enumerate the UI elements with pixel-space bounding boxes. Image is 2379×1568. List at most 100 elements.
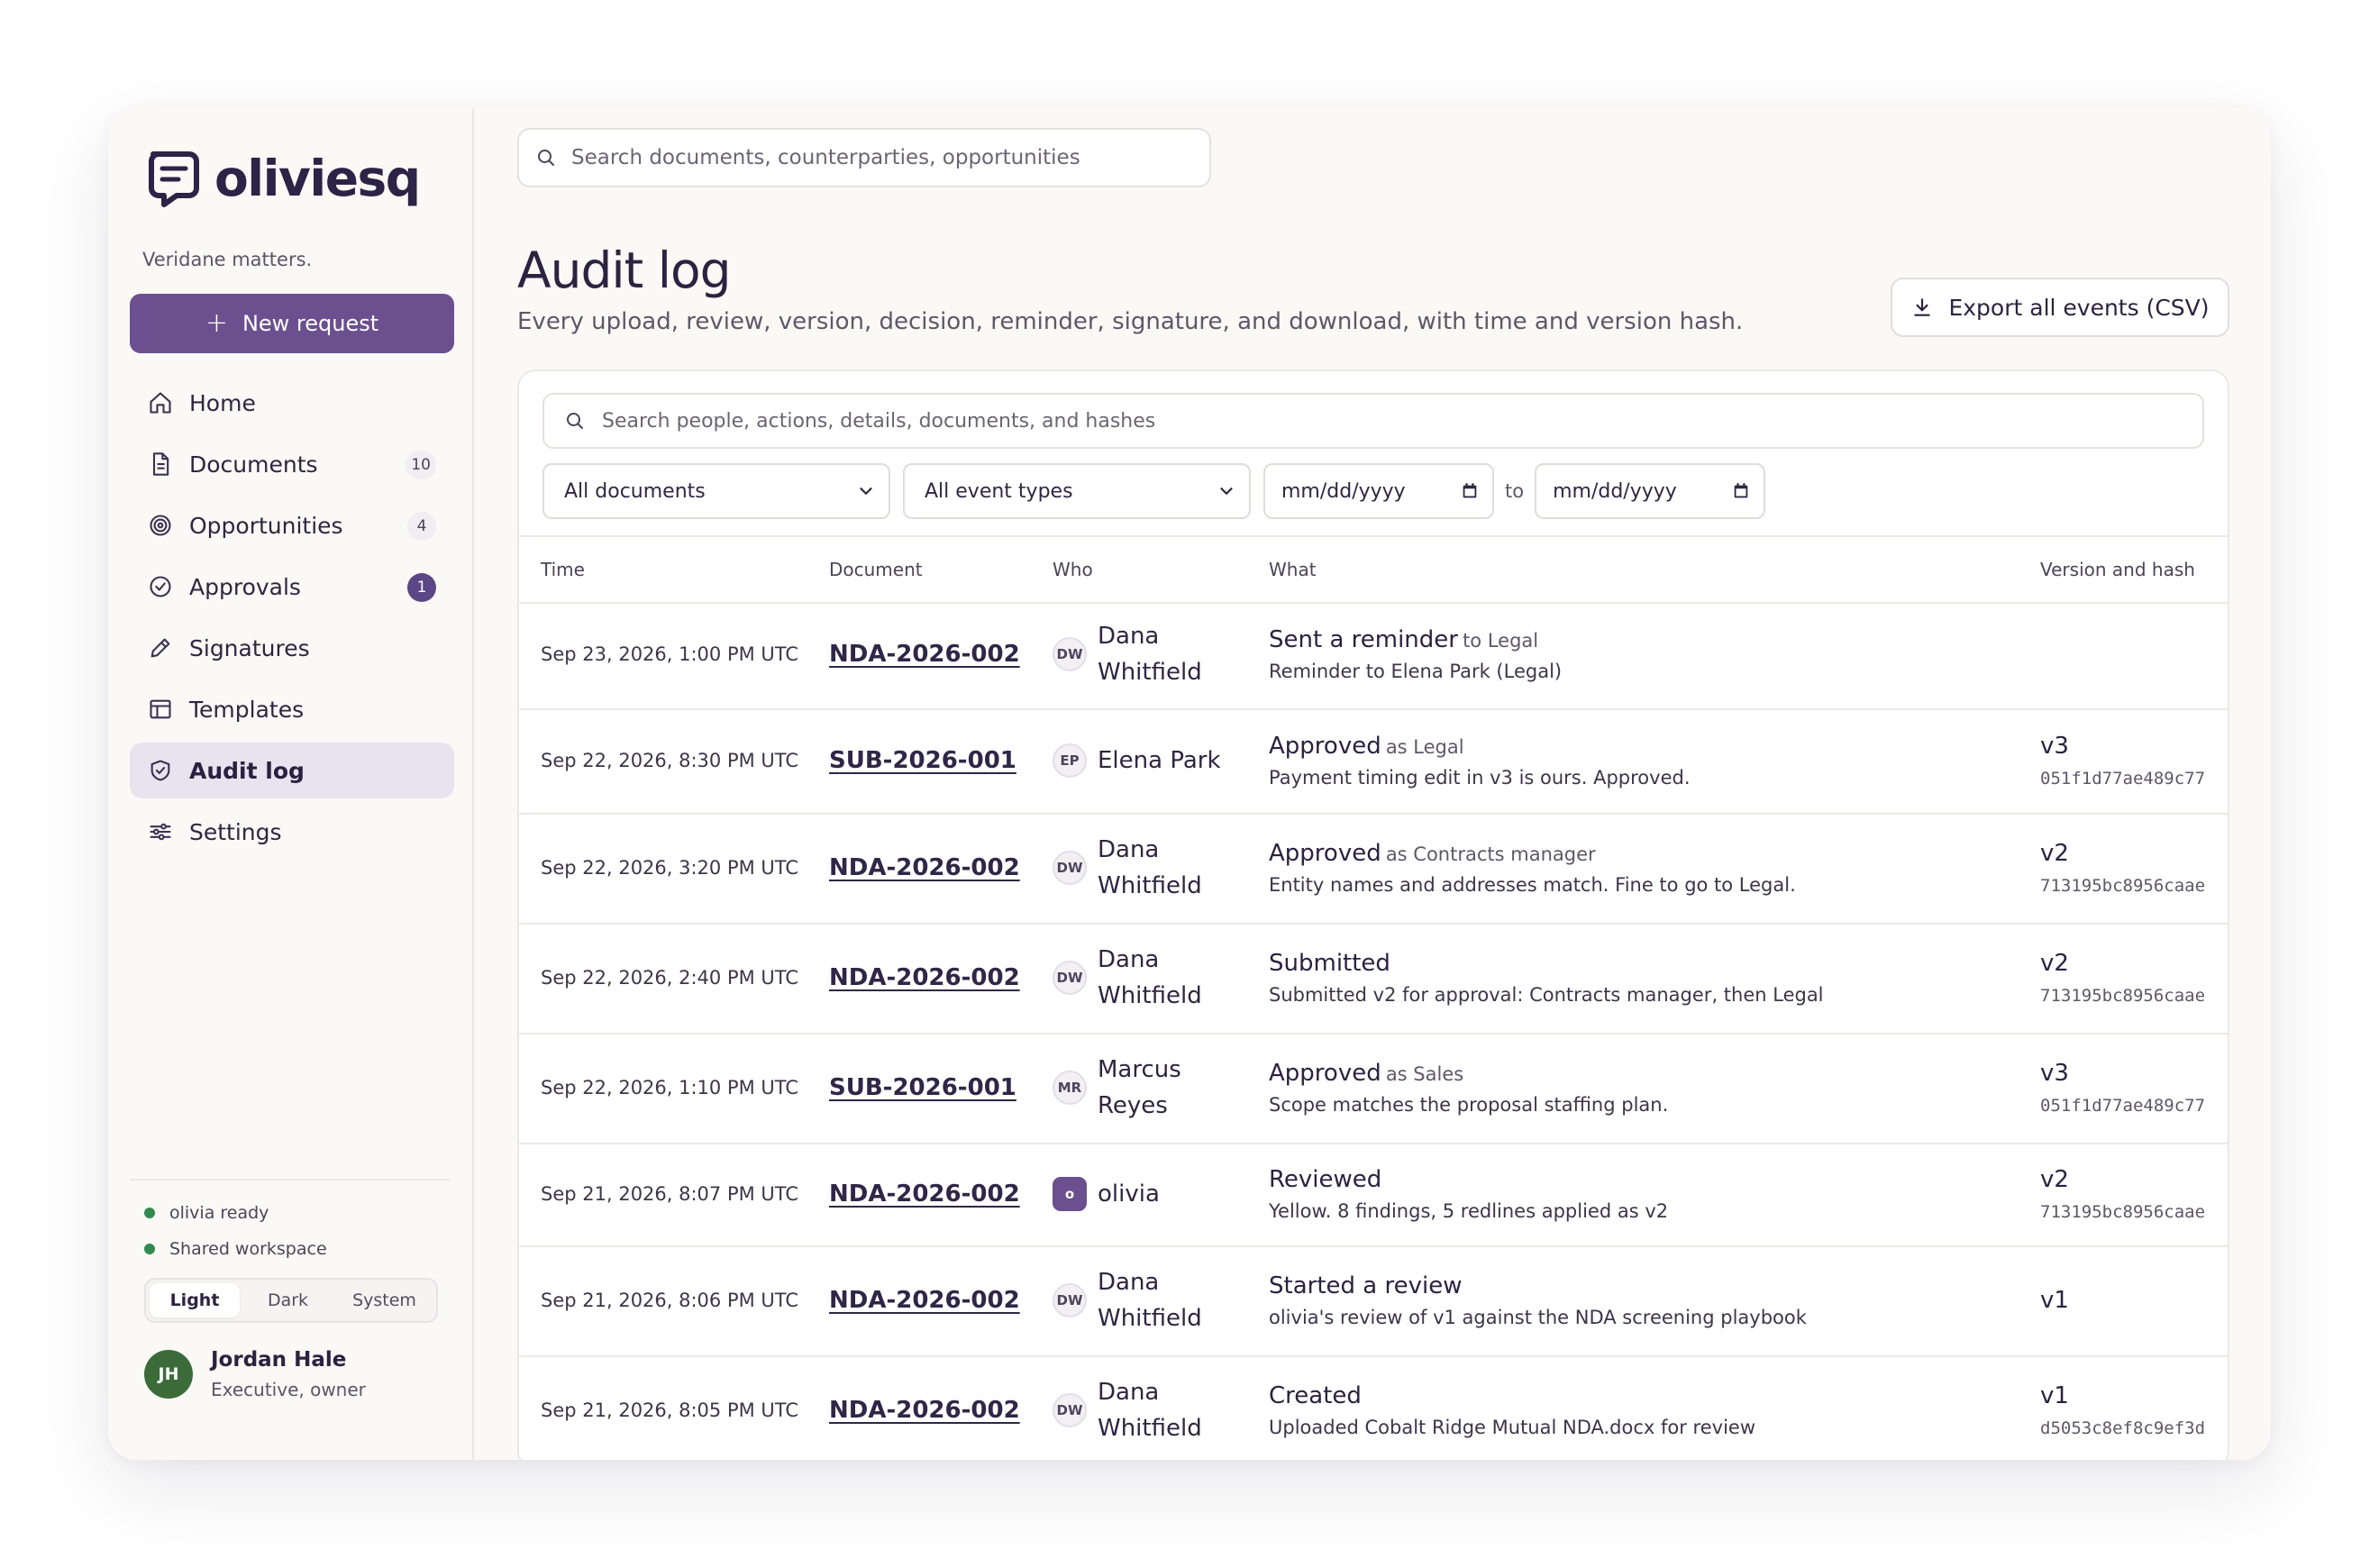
sidebar-item-audit-log[interactable]: Audit log: [130, 743, 454, 798]
export-csv-button[interactable]: Export all events (CSV): [1891, 278, 2229, 337]
document-link[interactable]: SUB-2026-001: [829, 708, 1016, 813]
tagline: Veridane matters.: [142, 249, 313, 270]
user-role: Executive, owner: [211, 1379, 366, 1400]
document-link[interactable]: NDA-2026-002: [829, 813, 1020, 923]
filter-bar: All documents All event types mm/dd/yyyy…: [542, 463, 1778, 519]
document-link[interactable]: NDA-2026-002: [829, 600, 1020, 708]
sidebar-item-home[interactable]: Home: [130, 375, 454, 431]
who-name: Dana Whitfield: [1098, 832, 1233, 904]
version-hash: v2 713195bc8956caae: [2040, 1143, 2205, 1245]
check-circle-icon: [148, 574, 173, 599]
main-content: Search documents, counterparties, opport…: [474, 108, 2271, 1460]
table-row[interactable]: Sep 22, 2026, 2:40 PM UTC NDA-2026-002 DW D…: [519, 923, 2228, 1035]
who-name-line: Dana: [1098, 623, 1160, 650]
status-olivia-ready: olivia ready: [144, 1195, 451, 1231]
who-name: Elena Park: [1098, 743, 1233, 779]
column-who[interactable]: Who: [1053, 559, 1093, 580]
table-row[interactable]: Sep 22, 2026, 1:10 PM UTC SUB-2026-001 MR M…: [519, 1033, 2228, 1144]
event-time: Sep 22, 2026, 1:10 PM UTC: [541, 1077, 799, 1099]
sidebar-item-templates[interactable]: Templates: [130, 681, 454, 737]
document-link[interactable]: NDA-2026-002: [829, 923, 1020, 1033]
sidebar: oliviesq Veridane matters. + New request…: [108, 108, 474, 1460]
sidebar-item-approvals[interactable]: Approvals 1: [130, 559, 454, 615]
audit-search-input[interactable]: Search people, actions, details, documen…: [542, 393, 2204, 449]
select-value: All event types: [925, 479, 1073, 503]
table-row[interactable]: Sep 23, 2026, 1:00 PM UTC NDA-2026-002 DW D…: [519, 600, 2228, 710]
opportunities-count-badge: 4: [407, 512, 436, 541]
app-window: oliviesq Veridane matters. + New request…: [108, 108, 2271, 1460]
sidebar-item-label: Audit log: [189, 757, 305, 784]
table-row[interactable]: Sep 21, 2026, 8:07 PM UTC NDA-2026-002 o ol…: [519, 1143, 2228, 1247]
document-link[interactable]: SUB-2026-001: [829, 1033, 1016, 1143]
approvals-count-badge: 1: [407, 573, 436, 602]
status-dot: [144, 1208, 155, 1218]
column-what[interactable]: What: [1269, 559, 1317, 580]
table-row[interactable]: Sep 21, 2026, 8:06 PM UTC NDA-2026-002 DW D…: [519, 1245, 2228, 1357]
theme-dark[interactable]: Dark: [240, 1283, 336, 1317]
user-profile[interactable]: JH Jordan Hale Executive, owner: [144, 1348, 451, 1400]
sidebar-item-label: Approvals: [189, 573, 301, 600]
chevron-down-icon: [860, 488, 872, 495]
sidebar-item-opportunities[interactable]: Opportunities 4: [130, 497, 454, 553]
event-role: to Legal: [1463, 630, 1539, 652]
page-title: Audit log: [517, 242, 732, 299]
theme-switcher: Light Dark System: [144, 1278, 438, 1323]
who-name: Dana Whitfield: [1098, 1264, 1233, 1336]
who-name-line: Whitfield: [1098, 1415, 1202, 1442]
event-role: as Legal: [1385, 736, 1464, 758]
event-time: Sep 21, 2026, 8:06 PM UTC: [541, 1290, 799, 1311]
column-time[interactable]: Time: [541, 559, 585, 580]
theme-system[interactable]: System: [336, 1283, 433, 1317]
version-hash: v2 713195bc8956caae: [2040, 813, 2205, 923]
document-link[interactable]: NDA-2026-002: [829, 1355, 1020, 1460]
column-version-hash[interactable]: Version and hash: [2040, 559, 2195, 580]
who-name-line: Dana: [1098, 946, 1160, 973]
sidebar-item-signatures[interactable]: Signatures: [130, 620, 454, 676]
table-row[interactable]: Sep 21, 2026, 8:05 PM UTC NDA-2026-002 DW D…: [519, 1355, 2228, 1460]
version-label: v3: [2040, 733, 2069, 760]
document-link[interactable]: NDA-2026-002: [829, 1245, 1020, 1355]
version-hash-value: 713195bc8956caae: [2040, 1202, 2206, 1222]
table-row[interactable]: Sep 22, 2026, 8:30 PM UTC SUB-2026-001 EP E…: [519, 708, 2228, 815]
sidebar-item-settings[interactable]: Settings: [130, 804, 454, 860]
event-detail: Scope matches the proposal staffing plan…: [1269, 1094, 1669, 1116]
event-actor: DW Dana Whitfield: [1053, 1245, 1233, 1355]
who-name-line: Dana: [1098, 1269, 1160, 1296]
date-from-input[interactable]: mm/dd/yyyy: [1263, 463, 1494, 519]
event-action: Submitted: [1269, 950, 1390, 977]
date-placeholder: mm/dd/yyyy: [1553, 479, 1677, 503]
who-name: Dana Whitfield: [1098, 1374, 1233, 1446]
sidebar-footer: olivia ready Shared workspace Light Dark…: [130, 1179, 451, 1460]
event-description: Approved as Sales Scope matches the propo…: [1269, 1033, 1668, 1143]
chevron-down-icon: [1220, 488, 1233, 495]
version-label: v2: [2040, 840, 2069, 867]
event-time: Sep 22, 2026, 8:30 PM UTC: [541, 750, 799, 771]
document-icon: [148, 451, 173, 477]
search-icon: [538, 150, 554, 166]
new-request-button[interactable]: + New request: [130, 294, 454, 353]
event-time: Sep 21, 2026, 8:07 PM UTC: [541, 1183, 799, 1205]
plus-icon: +: [205, 307, 228, 339]
avatar: DW: [1053, 961, 1087, 995]
document-link[interactable]: NDA-2026-002: [829, 1143, 1020, 1245]
event-time: Sep 22, 2026, 2:40 PM UTC: [541, 967, 799, 989]
table-row[interactable]: Sep 22, 2026, 3:20 PM UTC NDA-2026-002 DW D…: [519, 813, 2228, 925]
avatar: o: [1053, 1177, 1087, 1211]
download-icon: [1914, 298, 1931, 316]
event-description: Sent a reminder to Legal Reminder to Elen…: [1269, 600, 1562, 708]
event-role: as Sales: [1385, 1063, 1464, 1085]
event-description: Started a review olivia's review of v1 ag…: [1269, 1245, 1807, 1355]
event-actor: DW Dana Whitfield: [1053, 813, 1233, 923]
event-detail: Entity names and addresses match. Fine t…: [1269, 874, 1796, 896]
date-to-input[interactable]: mm/dd/yyyy: [1535, 463, 1766, 519]
event-type-filter-select[interactable]: All event types: [903, 463, 1251, 519]
event-action: Approved: [1269, 733, 1381, 760]
column-document[interactable]: Document: [829, 559, 923, 580]
global-search-input[interactable]: Search documents, counterparties, opport…: [517, 128, 1211, 187]
event-actor: DW Dana Whitfield: [1053, 1355, 1233, 1460]
event-detail: olivia's review of v1 against the NDA sc…: [1269, 1307, 1807, 1328]
logo[interactable]: oliviesq: [146, 144, 451, 213]
document-filter-select[interactable]: All documents: [542, 463, 890, 519]
theme-light[interactable]: Light: [150, 1283, 240, 1317]
sidebar-item-documents[interactable]: Documents 10: [130, 436, 454, 492]
